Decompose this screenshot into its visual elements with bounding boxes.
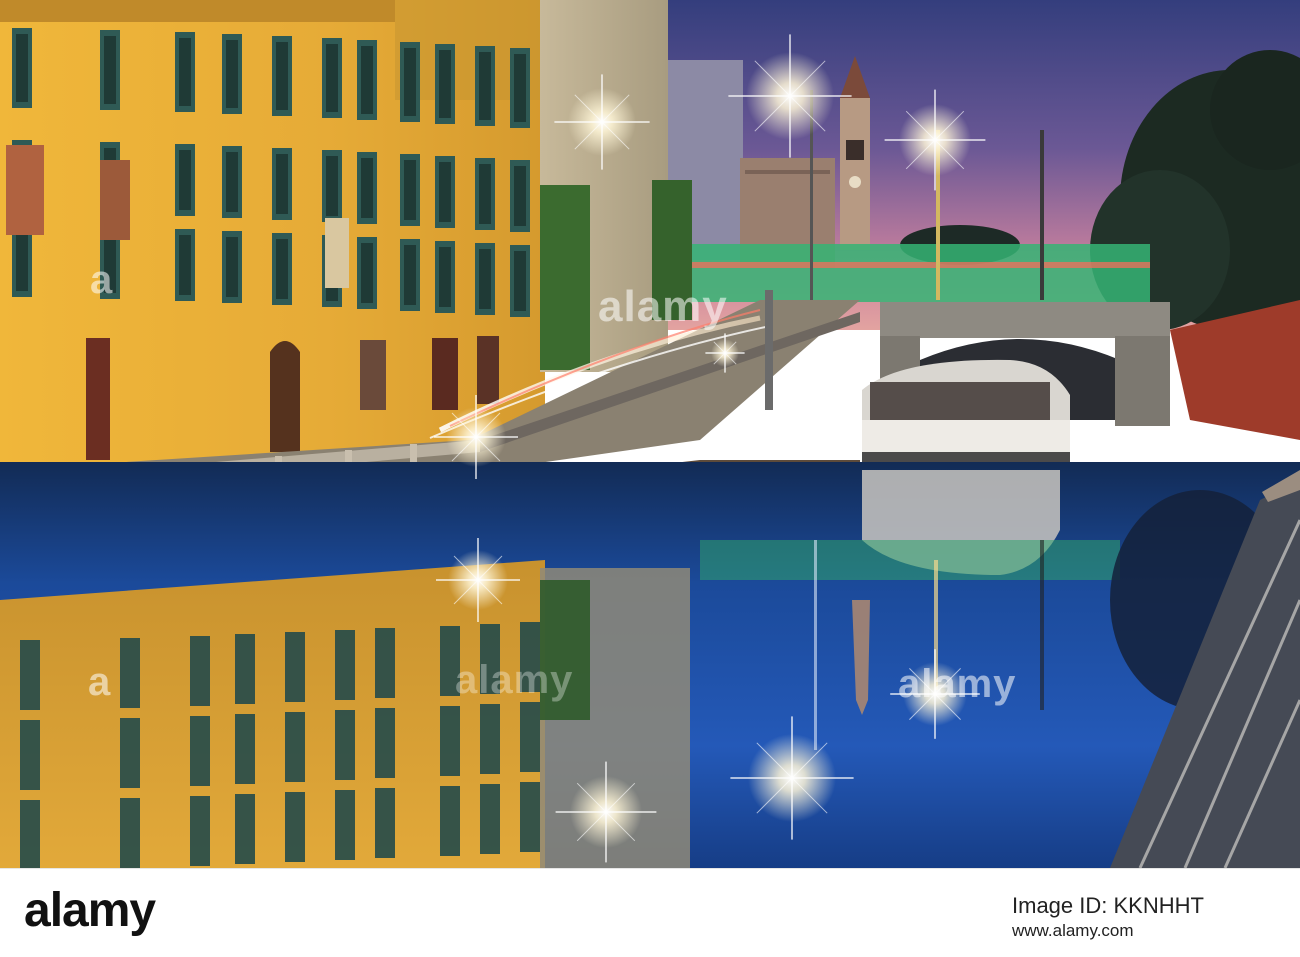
window-shutter [514,251,526,311]
window-shutter [480,704,500,774]
window-shutter [520,782,540,852]
window-shutter [6,145,44,235]
window-shutter [190,716,210,786]
lamp-post [765,290,773,410]
window-shutter [514,166,526,226]
window-shutter [276,239,288,299]
canal-scene [0,0,1300,868]
window-shutter [514,54,526,122]
window-shutter [335,710,355,780]
green-light-trail [690,244,1150,302]
window-shutter [440,626,460,696]
window-shutter [361,46,373,114]
window-shutter [179,235,191,295]
tour-boat [862,359,1070,466]
window-shutter [404,48,416,116]
window-shutter [361,158,373,218]
window-shutter [235,714,255,784]
window-shutter [16,34,28,102]
window-shutter [335,790,355,860]
window-shutter [479,52,491,120]
window-shutter [480,624,500,694]
window-shutter [404,245,416,305]
door [477,336,499,404]
window-shutter [285,792,305,862]
window-shutter [20,720,40,790]
window-shutter [285,632,305,702]
window-shutter [226,237,238,297]
window-shutter [100,160,130,240]
window-shutter [404,160,416,220]
window-shutter [120,638,140,708]
building-reflection [0,560,545,868]
window-shutter [120,718,140,788]
window-shutter [16,231,28,291]
window-shutter [479,164,491,224]
window-shutter [375,708,395,778]
window-shutter [325,218,349,288]
window-shutter [20,640,40,710]
window-shutter [439,50,451,118]
window-shutter [226,152,238,212]
window-shutter [326,44,338,112]
door [432,338,458,410]
window-shutter [375,628,395,698]
window-shutter [190,636,210,706]
window-shutter [226,40,238,108]
window-shutter [120,798,140,868]
window-shutter [104,233,116,293]
lamp-post [1040,130,1044,300]
window-shutter [480,784,500,854]
window-shutter [440,706,460,776]
image-id-label: Image ID: KKNHHT [1012,893,1204,918]
window-shutter [335,630,355,700]
window-shutter [375,788,395,858]
site-url[interactable]: www.alamy.com [1012,921,1134,941]
logo-text: alamy [24,884,156,937]
window-shutter [326,156,338,216]
alamy-logo[interactable]: alamy [24,883,156,938]
window-shutter [520,622,540,692]
door [86,338,110,460]
window-shutter [439,162,451,222]
window-shutter [179,38,191,106]
window-shutter [276,42,288,110]
window-shutter [104,36,116,104]
window-shutter [179,150,191,210]
photo-canvas [0,0,1300,868]
window-shutter [20,800,40,868]
window-shutter [235,794,255,864]
alamy-footer-bar: alamy Image ID: KKNHHT www.alamy.com [0,868,1300,957]
window-shutter [439,247,451,307]
window-shutter [285,712,305,782]
arched-door [270,341,300,452]
window-shutter [361,243,373,303]
window-shutter [276,154,288,214]
window-shutter [360,340,386,410]
window-shutter [440,786,460,856]
window-shutter [235,634,255,704]
window-shutter [520,702,540,772]
window-shutter [190,796,210,866]
window-shutter [479,249,491,309]
